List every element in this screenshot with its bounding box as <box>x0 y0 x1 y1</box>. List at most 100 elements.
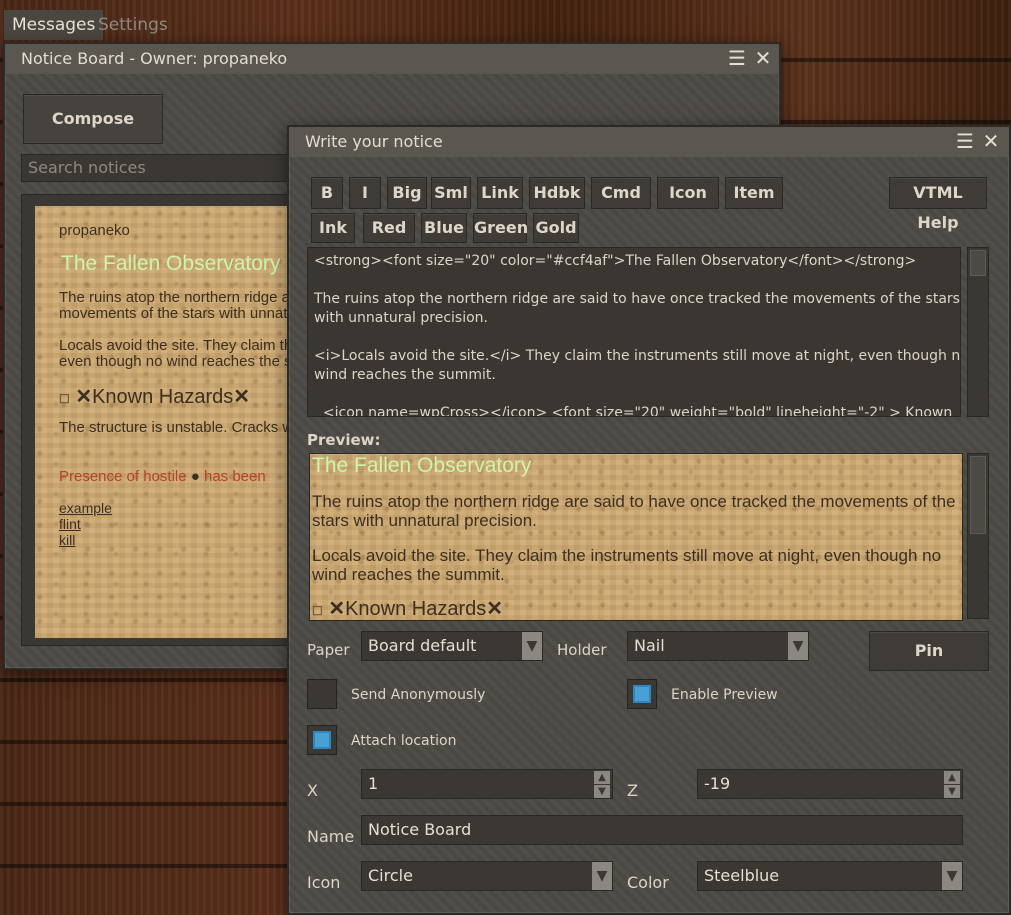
holder-dropdown-value: Nail <box>634 636 665 655</box>
close-icon[interactable]: ✕ <box>753 48 773 68</box>
color-dropdown-value: Steelblue <box>704 866 780 885</box>
ink-color-button[interactable]: Ink <box>311 213 355 243</box>
notice-hostile-text: Presence of hostile <box>59 468 187 485</box>
enable-preview-checkbox[interactable] <box>627 679 657 709</box>
compose-notice-button[interactable]: Compose notice <box>23 94 163 176</box>
tab-messages[interactable]: Messages <box>4 10 104 40</box>
menu-icon[interactable]: ☰ <box>727 48 747 68</box>
notice-paragraph-1: The ruins atop the northern ridge are sa… <box>59 289 291 322</box>
x-coordinate-value: 1 <box>368 774 379 793</box>
icon-dropdown-value: Circle <box>368 866 413 885</box>
z-coordinate-input[interactable]: -19 ▲ ▼ <box>697 769 963 799</box>
write-notice-window: Write your notice ☰ ✕ B I Big Sml Link H… <box>287 125 1011 915</box>
notice-hostile-suffix: has been <box>203 468 266 485</box>
cross-icon: ✕ <box>233 386 251 408</box>
bold-button[interactable]: B <box>311 177 343 209</box>
gold-color-button[interactable]: Gold <box>533 213 579 243</box>
green-color-button[interactable]: Green <box>473 213 528 243</box>
decrement-icon[interactable]: ▼ <box>594 785 610 798</box>
write-notice-titlebar[interactable]: Write your notice ☰ ✕ <box>289 127 1009 157</box>
attach-location-checkbox[interactable] <box>307 725 337 755</box>
tab-settings[interactable]: Settings <box>90 10 176 40</box>
notice-hazards-row: ☐ ✕Known Hazards✕ <box>59 384 250 409</box>
chevron-down-icon: ▼ <box>942 862 962 890</box>
pinned-notice[interactable]: propaneko The Fallen Observatory The rui… <box>35 206 291 638</box>
blue-color-button[interactable]: Blue <box>421 213 467 243</box>
z-label: Z <box>627 781 638 800</box>
holder-label: Holder <box>557 641 607 659</box>
preview-hazards-heading: Known Hazards <box>345 598 487 620</box>
notice-hazards-heading: Known Hazards <box>92 386 234 408</box>
search-notices-input[interactable]: Search notices <box>21 154 291 182</box>
enable-preview-label: Enable Preview <box>671 687 778 703</box>
link-button[interactable]: Link <box>477 177 523 209</box>
waypoint-icon: ☐ <box>59 392 70 406</box>
menu-icon[interactable]: ☰ <box>955 131 975 151</box>
color-dropdown[interactable]: Steelblue ▼ <box>697 861 963 891</box>
z-coordinate-value: -19 <box>704 774 731 793</box>
decrement-icon[interactable]: ▼ <box>944 785 960 798</box>
source-line: <i>Locals avoid the site.</i> They claim… <box>314 348 961 364</box>
send-anonymously-checkbox[interactable] <box>307 679 337 709</box>
notice-paragraph-3: The structure is unstable. Cracks widen … <box>59 419 291 436</box>
notice-author: propaneko <box>59 222 130 239</box>
chevron-down-icon: ▼ <box>522 632 542 660</box>
big-button[interactable]: Big <box>387 177 427 209</box>
source-line: wind reaches the summit. <box>314 367 496 383</box>
holder-dropdown[interactable]: Nail ▼ <box>627 631 809 661</box>
notice-link-kill[interactable]: kill <box>59 532 75 548</box>
pin-button[interactable]: Pin <box>869 631 989 671</box>
notice-hostile-line: Presence of hostile ● has been <box>59 468 266 485</box>
notice-link-example[interactable]: example <box>59 500 112 516</box>
notice-source-textarea[interactable]: <strong><font size="20" color="#ccf4af">… <box>307 247 961 417</box>
source-line: The ruins atop the northern ridge are sa… <box>314 291 960 307</box>
notice-board-titlebar[interactable]: Notice Board - Owner: propaneko ☰ ✕ <box>5 44 779 74</box>
vtml-help-button[interactable]: VTML Help <box>889 177 987 232</box>
notice-heading: The Fallen Observatory <box>61 252 281 275</box>
notice-board-title: Notice Board - Owner: propaneko <box>21 49 288 68</box>
source-scrollbar-thumb[interactable] <box>970 250 986 276</box>
send-anonymously-label: Send Anonymously <box>351 687 486 703</box>
italic-button[interactable]: I <box>349 177 381 209</box>
icon-label: Icon <box>307 873 341 892</box>
color-label: Color <box>627 873 669 892</box>
preview-scrollbar-thumb[interactable] <box>970 456 986 534</box>
source-line <box>314 328 954 347</box>
source-line: <strong><font size="20" color="#ccf4af">… <box>314 253 917 269</box>
creature-icon: ● <box>190 468 200 485</box>
cross-icon: ✕ <box>75 386 93 408</box>
paper-dropdown-value: Board default <box>368 636 477 655</box>
red-color-button[interactable]: Red <box>363 213 415 243</box>
command-button[interactable]: Cmd <box>591 177 651 209</box>
preview-paragraph-2: Locals avoid the site. They claim the in… <box>312 546 942 584</box>
paper-dropdown[interactable]: Board default ▼ <box>361 631 543 661</box>
waypoint-icon: ☐ <box>312 604 323 618</box>
notice-link-flint[interactable]: flint <box>59 516 81 532</box>
name-label: Name <box>307 827 355 846</box>
source-line: with unnatural precision. <box>314 310 488 326</box>
close-icon[interactable]: ✕ <box>981 131 1001 151</box>
source-line: <icon name=wpCross></icon> <font size="2… <box>314 405 953 417</box>
cross-icon: ✕ <box>328 598 346 620</box>
item-button[interactable]: Item <box>725 177 783 209</box>
handbook-button[interactable]: Hdbk <box>529 177 585 209</box>
source-scrollbar[interactable] <box>967 247 989 417</box>
small-button[interactable]: Sml <box>431 177 471 209</box>
preview-scrollbar[interactable] <box>967 453 989 619</box>
top-tab-bar: Messages Settings <box>0 0 1011 40</box>
chevron-down-icon: ▼ <box>592 862 612 890</box>
preview-panel: The Fallen Observatory The ruins atop th… <box>309 453 963 621</box>
preview-label: Preview: <box>307 431 381 449</box>
cross-icon: ✕ <box>486 598 504 620</box>
x-label: X <box>307 781 318 800</box>
write-notice-title: Write your notice <box>305 132 443 151</box>
icon-button[interactable]: Icon <box>657 177 719 209</box>
source-line <box>314 271 954 290</box>
icon-dropdown[interactable]: Circle ▼ <box>361 861 613 891</box>
waypoint-name-input[interactable]: Notice Board <box>361 815 963 845</box>
x-coordinate-input[interactable]: 1 ▲ ▼ <box>361 769 613 799</box>
preview-heading: The Fallen Observatory <box>312 454 532 477</box>
preview-hazards-row: ☐ ✕Known Hazards✕ <box>312 596 504 620</box>
preview-paragraph-1: The ruins atop the northern ridge are sa… <box>312 492 956 530</box>
chevron-down-icon: ▼ <box>788 632 808 660</box>
